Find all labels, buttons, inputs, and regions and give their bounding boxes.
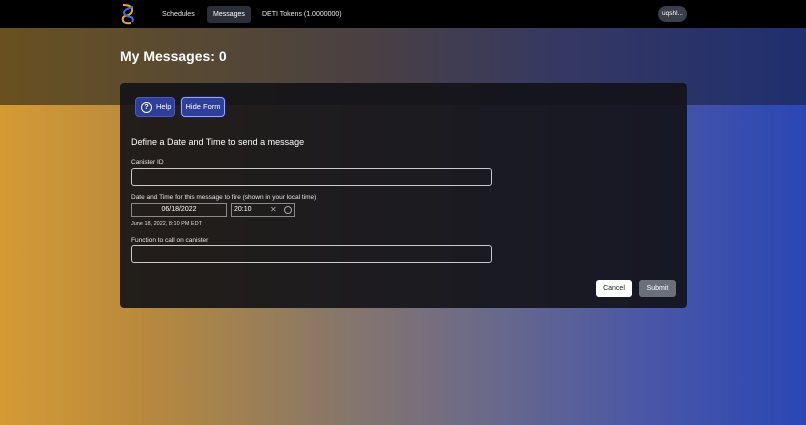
clock-icon[interactable]: [284, 206, 292, 214]
top-nav: Schedules Messages DETI Tokens (1.000000…: [0, 0, 806, 28]
time-input[interactable]: 20:10 ✕: [231, 203, 295, 217]
hide-form-button[interactable]: Hide Form: [181, 97, 225, 117]
nav-schedules[interactable]: Schedules: [156, 6, 201, 23]
page-title: My Messages: 0: [120, 48, 227, 64]
function-input[interactable]: [131, 245, 492, 263]
user-account-button[interactable]: uqshl...: [658, 6, 687, 22]
datetime-label: Date and Time for this message to fire (…: [131, 194, 317, 201]
clear-icon[interactable]: ✕: [270, 204, 277, 216]
canister-id-label: Canister ID: [131, 159, 164, 166]
function-label: Function to call on canister: [131, 237, 209, 244]
canister-id-input[interactable]: [131, 168, 492, 186]
cancel-button[interactable]: Cancel: [596, 280, 632, 297]
time-value: 20:10: [234, 206, 252, 213]
form-heading: Define a Date and Time to send a message: [131, 137, 305, 147]
help-icon: ?: [141, 102, 152, 113]
message-form-card: ? Help Hide Form Define a Date and Time …: [120, 83, 687, 308]
date-input[interactable]: 06/18/2022: [131, 203, 227, 217]
nav-messages[interactable]: Messages: [207, 6, 251, 23]
datetime-readout: June 18, 2022, 8:10 PM EDT: [131, 221, 202, 227]
submit-button[interactable]: Submit: [639, 280, 676, 297]
app-logo[interactable]: [120, 3, 136, 25]
nav-deti-tokens[interactable]: DETI Tokens (1.0000000): [256, 6, 348, 23]
help-button[interactable]: ? Help: [135, 97, 175, 117]
help-button-label: Help: [156, 102, 172, 111]
